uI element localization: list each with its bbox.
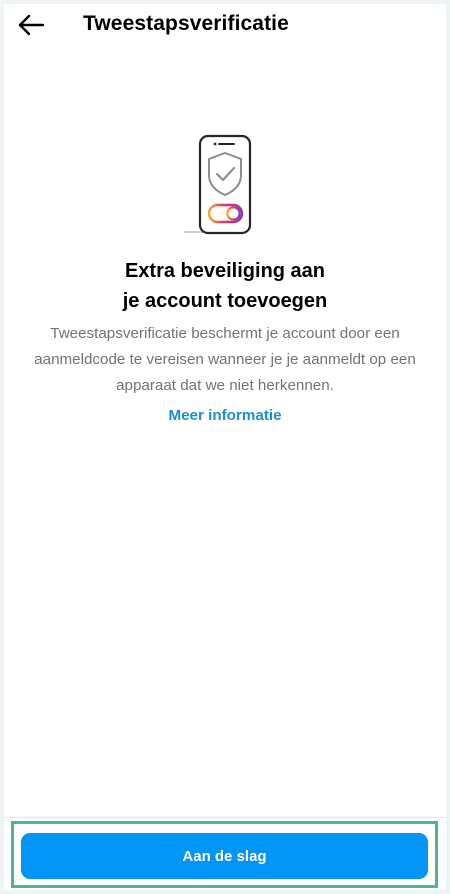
page-title: Tweestapsverificatie xyxy=(83,12,289,35)
two-factor-screen: Tweestapsverificatie Extra beveiliging a… xyxy=(4,4,446,890)
headline-line-2: je account toevoegen xyxy=(122,290,328,312)
learn-more-link[interactable]: Meer informatie xyxy=(4,407,446,424)
arrow-left-icon xyxy=(18,14,45,36)
cta-highlight-frame: Aan de slag xyxy=(11,821,438,888)
header: Tweestapsverificatie xyxy=(4,4,446,48)
back-button[interactable] xyxy=(14,10,48,40)
get-started-button[interactable]: Aan de slag xyxy=(21,833,428,879)
headline-line-1: Extra beveiliging aan xyxy=(124,260,326,282)
divider xyxy=(4,817,446,818)
description-text: Tweestapsverificatie beschermt je accoun… xyxy=(34,325,416,394)
illustration xyxy=(182,132,268,242)
phone-shield-check-icon xyxy=(184,134,252,235)
headline: Extra beveiliging aan je account toevoeg… xyxy=(4,256,446,316)
